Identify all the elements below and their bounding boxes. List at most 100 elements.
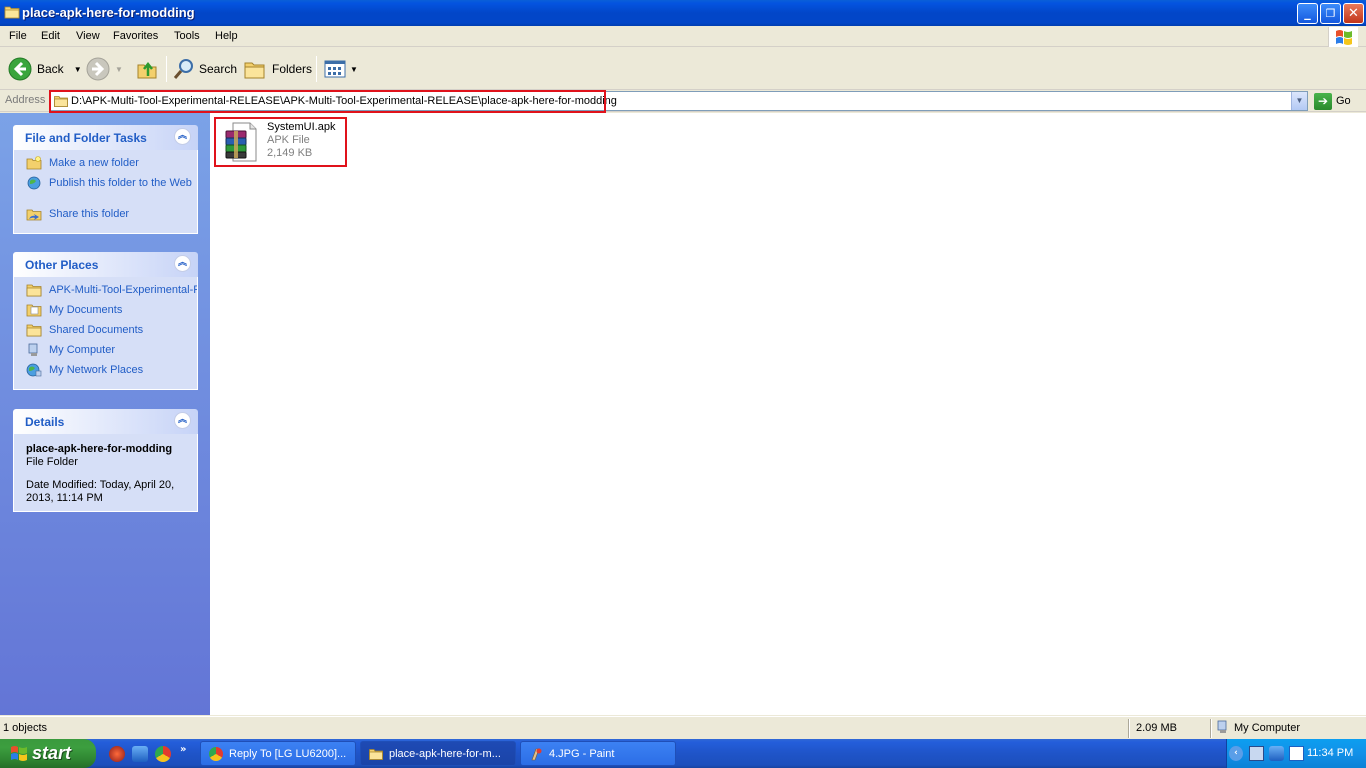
task-label: Reply To [LG LU6200]... bbox=[229, 748, 347, 760]
panel-body: APK-Multi-Tool-Experimental-RELEASE My D… bbox=[13, 277, 198, 390]
taskbar: start » Reply To [LG LU6200]... place-ap… bbox=[0, 739, 1366, 768]
toolbar: Back ▼ ▼ Search Folders ▼ bbox=[0, 48, 1366, 90]
link-label: My Network Places bbox=[49, 364, 144, 376]
link-label: APK-Multi-Tool-Experimental-RELEASE bbox=[49, 284, 197, 296]
task-label: 4.JPG - Paint bbox=[549, 748, 615, 760]
title-bar[interactable]: place-apk-here-for-modding _ ❐ ✕ bbox=[0, 0, 1366, 26]
collapse-icon[interactable]: ︽ bbox=[174, 128, 191, 145]
my-computer-link[interactable]: My Computer bbox=[14, 343, 197, 363]
taskbar-item-paint[interactable]: 4.JPG - Paint bbox=[520, 741, 676, 766]
panel-header[interactable]: File and Folder Tasks ︽ bbox=[13, 125, 198, 150]
my-documents-link[interactable]: My Documents bbox=[14, 303, 197, 323]
status-object-count: 1 objects bbox=[3, 722, 48, 734]
security-shield-icon[interactable] bbox=[132, 746, 148, 762]
task-pane: File and Folder Tasks ︽ Make a new folde… bbox=[0, 113, 210, 715]
folder-icon bbox=[26, 284, 42, 297]
publish-folder-web-link[interactable]: Publish this folder to the Web bbox=[14, 176, 197, 207]
task-label: place-apk-here-for-m... bbox=[389, 748, 501, 760]
status-location: My Computer bbox=[1234, 722, 1301, 734]
menu-file[interactable]: File bbox=[9, 30, 27, 42]
back-arrow-icon bbox=[8, 57, 32, 81]
quicklaunch-more-icon[interactable]: » bbox=[180, 744, 186, 755]
my-computer-icon bbox=[1217, 720, 1227, 733]
go-button[interactable]: ➔ Go bbox=[1314, 92, 1351, 110]
views-dropdown-icon[interactable]: ▼ bbox=[350, 65, 358, 74]
my-network-places-link[interactable]: My Network Places bbox=[14, 363, 197, 383]
parent-folder-link[interactable]: APK-Multi-Tool-Experimental-RELEASE bbox=[14, 283, 197, 303]
status-separator bbox=[1210, 719, 1212, 738]
shared-documents-link[interactable]: Shared Documents bbox=[14, 323, 197, 343]
address-dropdown-button[interactable]: ▼ bbox=[1291, 92, 1307, 110]
back-button[interactable]: Back ▼ bbox=[8, 54, 82, 84]
minimize-icon: _ bbox=[1304, 6, 1311, 21]
chrome-icon[interactable] bbox=[155, 746, 171, 762]
toolbar-separator bbox=[316, 56, 317, 82]
tray-expand-icon[interactable]: ‹ bbox=[1229, 746, 1243, 761]
search-label: Search bbox=[199, 62, 238, 76]
collapse-icon[interactable]: ︽ bbox=[174, 255, 191, 272]
up-folder-button[interactable] bbox=[135, 54, 159, 84]
share-folder-icon bbox=[26, 209, 42, 221]
views-icon bbox=[324, 60, 346, 78]
restore-icon: ❐ bbox=[1325, 7, 1336, 20]
panel-title: Details bbox=[25, 415, 65, 429]
address-highlight-box bbox=[49, 90, 606, 113]
menu-view[interactable]: View bbox=[76, 30, 100, 42]
security-shield-icon[interactable] bbox=[1269, 746, 1284, 761]
make-new-folder-link[interactable]: Make a new folder bbox=[14, 156, 197, 176]
system-tray: ‹ 11:34 PM bbox=[1226, 739, 1366, 768]
menu-help[interactable]: Help bbox=[215, 30, 238, 42]
tray-app-icon[interactable] bbox=[1289, 746, 1304, 761]
panel-body: Make a new folder Publish this folder to… bbox=[13, 150, 198, 234]
go-label: Go bbox=[1336, 95, 1351, 107]
forward-button[interactable]: ▼ bbox=[86, 54, 123, 84]
file-list-view[interactable]: SystemUI.apk APK File 2,149 KB bbox=[210, 113, 1366, 715]
menu-tools[interactable]: Tools bbox=[174, 30, 200, 42]
shared-documents-icon bbox=[26, 324, 42, 337]
back-label: Back bbox=[37, 62, 64, 76]
chrome-icon bbox=[209, 747, 223, 761]
panel-title: Other Places bbox=[25, 258, 99, 272]
network-icon[interactable] bbox=[1249, 746, 1264, 761]
maximize-button[interactable]: ❐ bbox=[1320, 3, 1341, 24]
file-highlight-box bbox=[214, 117, 347, 167]
taskbar-item-explorer[interactable]: place-apk-here-for-m... bbox=[360, 741, 516, 766]
folders-label: Folders bbox=[272, 62, 313, 76]
menu-edit[interactable]: Edit bbox=[41, 30, 60, 42]
views-button[interactable]: ▼ bbox=[323, 54, 358, 84]
link-label: Shared Documents bbox=[49, 324, 144, 336]
address-label: Address bbox=[5, 94, 46, 106]
address-bar: Address D:\APK-Multi-Tool-Experimental-R… bbox=[0, 90, 1366, 113]
panel-body: place-apk-here-for-modding File Folder D… bbox=[13, 434, 198, 512]
link-label: Make a new folder bbox=[49, 157, 139, 169]
panel-header[interactable]: Details ︽ bbox=[13, 409, 198, 434]
folders-button[interactable]: Folders bbox=[243, 54, 312, 84]
window-title: place-apk-here-for-modding bbox=[22, 5, 195, 20]
details-type: File Folder bbox=[26, 456, 78, 468]
minimize-button[interactable]: _ bbox=[1297, 3, 1318, 24]
start-button[interactable]: start bbox=[0, 739, 96, 768]
details-name: place-apk-here-for-modding bbox=[26, 443, 173, 455]
menu-bar: File Edit View Favorites Tools Help bbox=[0, 26, 1366, 47]
forward-dropdown-icon[interactable]: ▼ bbox=[115, 65, 123, 74]
windows-flag-icon bbox=[1336, 30, 1352, 45]
file-folder-tasks-panel: File and Folder Tasks ︽ Make a new folde… bbox=[13, 125, 198, 234]
collapse-icon[interactable]: ︽ bbox=[174, 412, 191, 429]
forward-arrow-icon bbox=[86, 57, 110, 81]
link-label: My Documents bbox=[49, 304, 123, 316]
network-places-icon bbox=[26, 363, 42, 377]
panel-title: File and Folder Tasks bbox=[25, 131, 147, 145]
panel-header[interactable]: Other Places ︽ bbox=[13, 252, 198, 277]
clock[interactable]: 11:34 PM bbox=[1307, 747, 1353, 759]
menu-favorites[interactable]: Favorites bbox=[113, 30, 158, 42]
search-button[interactable]: Search bbox=[172, 54, 237, 84]
quicklaunch-app-icon[interactable] bbox=[109, 746, 125, 762]
details-panel: Details ︽ place-apk-here-for-modding Fil… bbox=[13, 409, 198, 512]
share-folder-link[interactable]: Share this folder bbox=[14, 207, 197, 227]
back-dropdown-icon[interactable]: ▼ bbox=[74, 65, 82, 74]
link-label: My Computer bbox=[49, 344, 116, 356]
other-places-panel: Other Places ︽ APK-Multi-Tool-Experiment… bbox=[13, 252, 198, 390]
taskbar-item-chrome[interactable]: Reply To [LG LU6200]... bbox=[200, 741, 356, 766]
status-separator bbox=[1128, 719, 1130, 738]
close-button[interactable]: ✕ bbox=[1343, 3, 1364, 24]
